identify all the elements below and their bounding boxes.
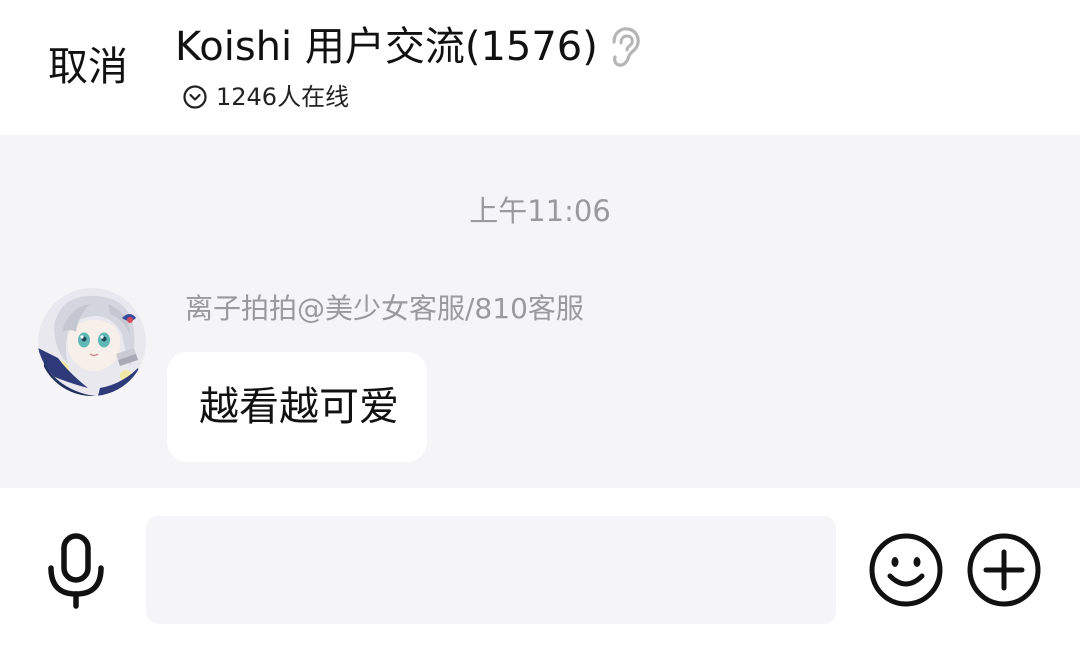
online-count: 1246人在线 xyxy=(216,83,350,111)
message-bubble[interactable]: 越看越可爱 xyxy=(167,352,427,462)
input-bar xyxy=(0,488,1080,651)
message-list[interactable]: 上午11:06 离子拍拍@美少女客服/810客服 越看越可爱 xyxy=(0,135,1080,488)
group-title[interactable]: Koishi 用户交流(1576) xyxy=(175,20,598,74)
message-input[interactable] xyxy=(146,516,836,624)
chat-header: 取消 Koishi 用户交流(1576) 1246人在线 xyxy=(0,0,1080,135)
smiley-icon[interactable] xyxy=(868,532,944,608)
microphone-icon[interactable] xyxy=(40,532,112,610)
message-text: 越看越可爱 xyxy=(199,384,399,430)
anime-girl-avatar xyxy=(38,288,146,396)
chevron-down-circle-icon xyxy=(183,85,207,109)
cancel-button[interactable]: 取消 xyxy=(48,40,128,94)
ear-icon[interactable] xyxy=(602,24,642,70)
sender-avatar[interactable] xyxy=(38,288,146,396)
message-timestamp: 上午11:06 xyxy=(469,194,611,228)
plus-circle-icon[interactable] xyxy=(966,532,1042,608)
online-status[interactable]: 1246人在线 xyxy=(182,80,349,114)
sender-name[interactable]: 离子拍拍@美少女客服/810客服 xyxy=(185,291,584,327)
